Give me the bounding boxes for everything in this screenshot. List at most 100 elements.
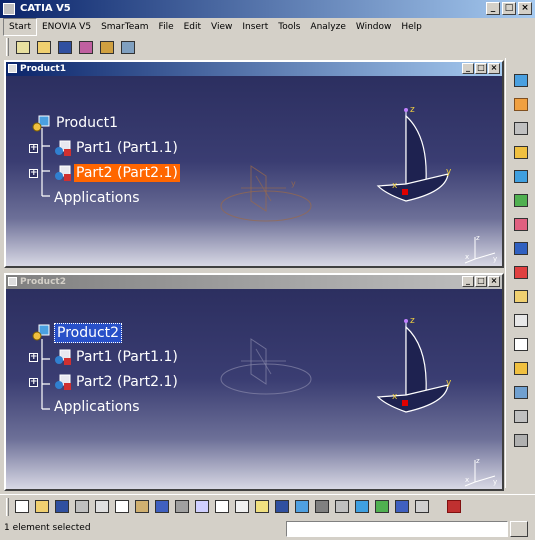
update-icon[interactable] [511, 262, 531, 282]
document-icon [8, 277, 17, 286]
catia-logo-icon [445, 498, 463, 516]
manipulate-icon[interactable] [511, 118, 531, 138]
graph-tree-icon[interactable] [119, 38, 137, 56]
document-window-product1[interactable]: Product1 _ □ × Product1 + Part1 (Part1.1… [4, 60, 504, 268]
doc-close-button[interactable]: × [488, 63, 500, 74]
network-icon[interactable] [293, 498, 311, 516]
document-title: Product1 [20, 64, 66, 74]
clash-icon[interactable] [511, 406, 531, 426]
new-document-icon[interactable] [13, 498, 31, 516]
doc-maximize-button[interactable]: □ [475, 63, 487, 74]
doc-minimize-button[interactable]: _ [462, 63, 474, 74]
3d-viewport[interactable]: Product1 + Part1 (Part1.1) + Part2 (Part… [6, 76, 502, 266]
fix-component-icon[interactable] [511, 238, 531, 258]
3d-viewport[interactable]: Product2 + Part1 (Part1.1) + Part2 (Part… [6, 289, 502, 489]
angle-constraint-icon[interactable] [511, 214, 531, 234]
document-window-product2[interactable]: Product2 _ □ × Product2 + Part1 (Part1.1… [4, 273, 504, 491]
measure-icon[interactable] [511, 430, 531, 450]
status-bar: 1 element selected [0, 519, 535, 540]
tree-label-part1: Part1 (Part1.1) [76, 349, 178, 365]
save-icon[interactable] [53, 498, 71, 516]
formula-icon[interactable] [213, 498, 231, 516]
annotation-icon[interactable] [511, 358, 531, 378]
product-icon [32, 324, 50, 341]
menu-view[interactable]: View [206, 19, 237, 35]
table-icon[interactable] [273, 498, 291, 516]
open-folder-icon[interactable] [33, 498, 51, 516]
comment-icon[interactable] [233, 498, 251, 516]
doc-close-button[interactable]: × [488, 276, 500, 287]
fit-all-icon[interactable] [353, 498, 371, 516]
replace-component-icon[interactable] [98, 38, 116, 56]
menu-help[interactable]: Help [396, 19, 427, 35]
document-icon [8, 64, 17, 73]
explode-icon[interactable] [511, 286, 531, 306]
app-title-bar: CATIA V5 _ □ × [0, 0, 535, 18]
offset-constraint-icon[interactable] [511, 190, 531, 210]
coincidence-constraint-icon[interactable] [511, 142, 531, 162]
existing-component-icon[interactable] [77, 38, 95, 56]
command-button[interactable] [510, 521, 528, 537]
menu-edit[interactable]: Edit [179, 19, 206, 35]
power-input-field[interactable] [286, 521, 508, 537]
menu-smarteam[interactable]: SmarTeam [96, 19, 153, 35]
bill-of-material-icon[interactable] [511, 334, 531, 354]
part-icon [55, 140, 71, 156]
redo-icon[interactable] [173, 498, 191, 516]
compass-axis-icon[interactable]: z y x [366, 307, 456, 422]
triad-axis-y: y [493, 478, 497, 486]
contact-constraint-icon[interactable] [511, 166, 531, 186]
triad-axis-z: z [476, 234, 480, 242]
menu-window[interactable]: Window [351, 19, 397, 35]
rotate-icon[interactable] [413, 498, 431, 516]
product-structure-icon[interactable] [14, 38, 32, 56]
maximize-button[interactable]: □ [502, 2, 516, 15]
tree-label-part1: Part1 (Part1.1) [76, 140, 178, 156]
undo-icon[interactable] [153, 498, 171, 516]
copy-icon[interactable] [113, 498, 131, 516]
triad-axis-x: x [465, 253, 469, 261]
minimize-button[interactable]: _ [486, 2, 500, 15]
section-icon[interactable] [511, 382, 531, 402]
menu-enovia[interactable]: ENOVIA V5 [37, 19, 96, 35]
menu-analyze[interactable]: Analyze [305, 19, 350, 35]
menu-insert[interactable]: Insert [237, 19, 273, 35]
whats-this-icon[interactable] [193, 498, 211, 516]
select-arrow-icon[interactable] [511, 94, 531, 114]
expand-plus-icon[interactable]: + [29, 378, 38, 387]
menu-tools[interactable]: Tools [273, 19, 305, 35]
compass-axis-icon[interactable]: z y x [366, 96, 456, 211]
catalog-icon[interactable] [313, 498, 331, 516]
paste-icon[interactable] [133, 498, 151, 516]
menu-start[interactable]: Start [3, 18, 37, 36]
document-title-bar[interactable]: Product2 _ □ × [6, 275, 502, 289]
menu-file[interactable]: File [154, 19, 179, 35]
part-icon [55, 374, 71, 390]
doc-minimize-button[interactable]: _ [462, 276, 474, 287]
toolbar-grip[interactable] [6, 38, 9, 56]
expand-plus-icon[interactable]: + [29, 353, 38, 362]
workbench-icon[interactable] [511, 70, 531, 90]
axis-label-y: y [446, 378, 452, 388]
fly-mode-icon[interactable] [333, 498, 351, 516]
pan-icon[interactable] [393, 498, 411, 516]
part-icon [55, 165, 71, 181]
zoom-area-icon[interactable] [373, 498, 391, 516]
new-component-icon[interactable] [35, 38, 53, 56]
triad-axis-y: y [493, 255, 497, 263]
document-title-bar[interactable]: Product1 _ □ × [6, 62, 502, 76]
expand-plus-icon[interactable]: + [29, 169, 38, 178]
faint-axis-y: y [291, 179, 296, 188]
toolbar-grip[interactable] [6, 497, 9, 516]
reuse-pattern-icon[interactable] [511, 310, 531, 330]
close-button[interactable]: × [518, 2, 532, 15]
expand-plus-icon[interactable]: + [29, 144, 38, 153]
cut-icon[interactable] [93, 498, 111, 516]
axis-label-x: x [392, 392, 398, 402]
save-management-icon[interactable] [56, 38, 74, 56]
doc-maximize-button[interactable]: □ [475, 276, 487, 287]
light-bulb-icon[interactable] [253, 498, 271, 516]
print-icon[interactable] [73, 498, 91, 516]
tree-label-part2: Part2 (Part2.1) [76, 374, 178, 390]
triad-axis-x: x [465, 476, 469, 484]
